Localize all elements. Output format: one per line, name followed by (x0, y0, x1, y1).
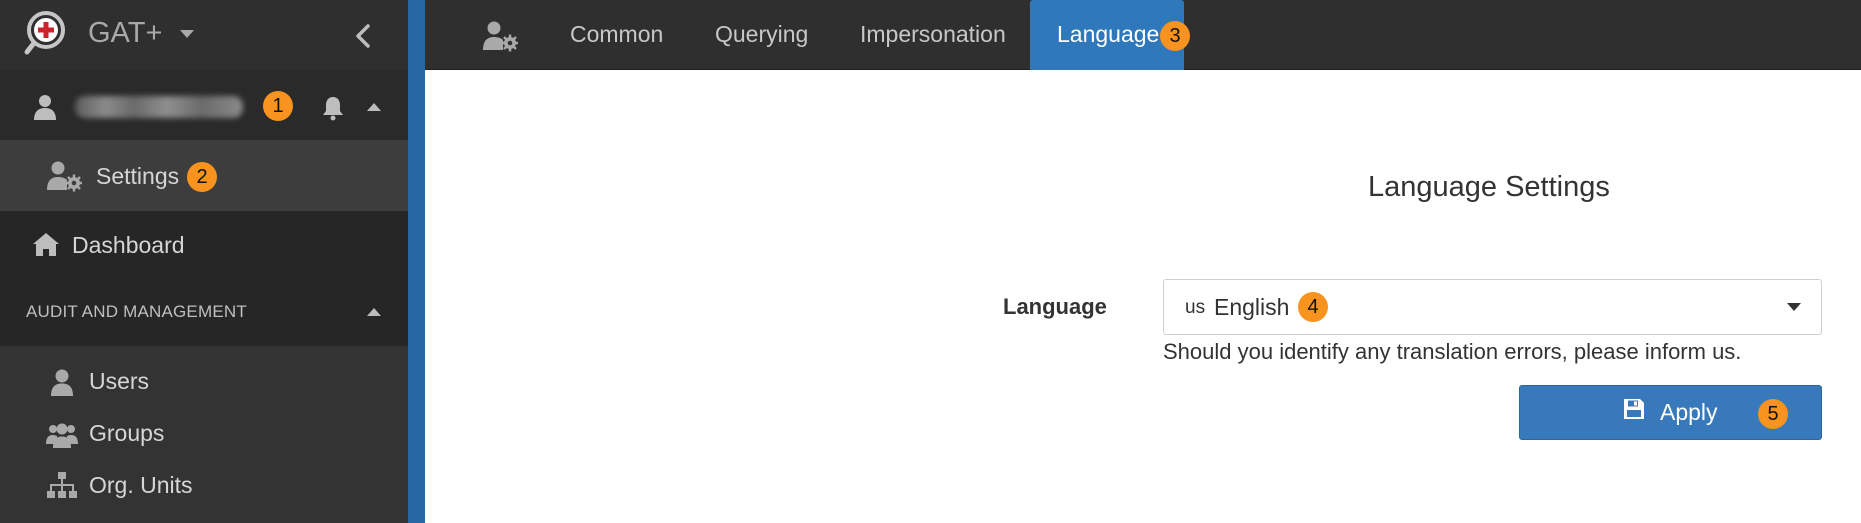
section-caret-up-icon[interactable] (367, 308, 381, 316)
language-select-value: English (1214, 294, 1290, 320)
page-title: Language Settings (1368, 171, 1610, 203)
user-icon (51, 369, 73, 396)
translation-help-text: Should you identify any translation erro… (1163, 339, 1742, 364)
brand-name[interactable]: GAT+ (88, 17, 162, 50)
annotation-badge-4: 4 (1298, 292, 1328, 322)
sidebar-section-label: AUDIT AND MANAGEMENT (26, 302, 247, 321)
sidebar-item-label: Settings (96, 163, 180, 189)
user-icon (34, 95, 56, 120)
sidebar-item-label: Org. Units (89, 472, 193, 498)
sitemap-icon (47, 472, 77, 498)
sidebar-item-label: Users (89, 368, 150, 394)
brand-dropdown-caret-icon[interactable] (180, 30, 194, 38)
annotation-badge-5: 5 (1758, 399, 1788, 429)
apply-button-label: Apply (1660, 399, 1718, 425)
user-settings-icon (47, 161, 82, 192)
sidebar-item-label: Dashboard (72, 232, 185, 258)
chevron-down-icon[interactable] (1787, 303, 1801, 311)
tab-querying[interactable]: Querying (715, 0, 808, 70)
sidebar-border (408, 0, 425, 523)
user-name-blurred (75, 96, 243, 118)
language-field-label: Language (1003, 294, 1107, 319)
gat-logo-icon (24, 11, 65, 55)
sidebar-item-org-units[interactable]: Org. Units (0, 460, 408, 512)
user-settings-icon[interactable] (482, 20, 518, 52)
us-flag-icon: us (1185, 297, 1206, 318)
sidebar-item-groups[interactable]: Groups (0, 408, 408, 460)
tab-common[interactable]: Common (570, 0, 663, 70)
collapse-sidebar-chevron-left-icon[interactable] (350, 20, 378, 52)
save-icon (1624, 399, 1644, 419)
annotation-badge-1: 1 (263, 91, 293, 121)
tab-impersonation[interactable]: Impersonation (860, 0, 1006, 70)
sidebar-item-users[interactable]: Users (0, 356, 408, 408)
sidebar-item-dashboard[interactable] (0, 211, 408, 279)
annotation-badge-3: 3 (1160, 21, 1190, 51)
annotation-badge-2: 2 (187, 162, 217, 192)
sidebar-submenu: Users Groups Org. Units (0, 346, 408, 523)
home-icon (33, 233, 59, 256)
user-panel-caret-up-icon[interactable] (367, 103, 381, 111)
bell-icon[interactable] (320, 95, 346, 121)
sidebar-item-label: Groups (89, 420, 165, 446)
users-group-icon (46, 423, 78, 448)
